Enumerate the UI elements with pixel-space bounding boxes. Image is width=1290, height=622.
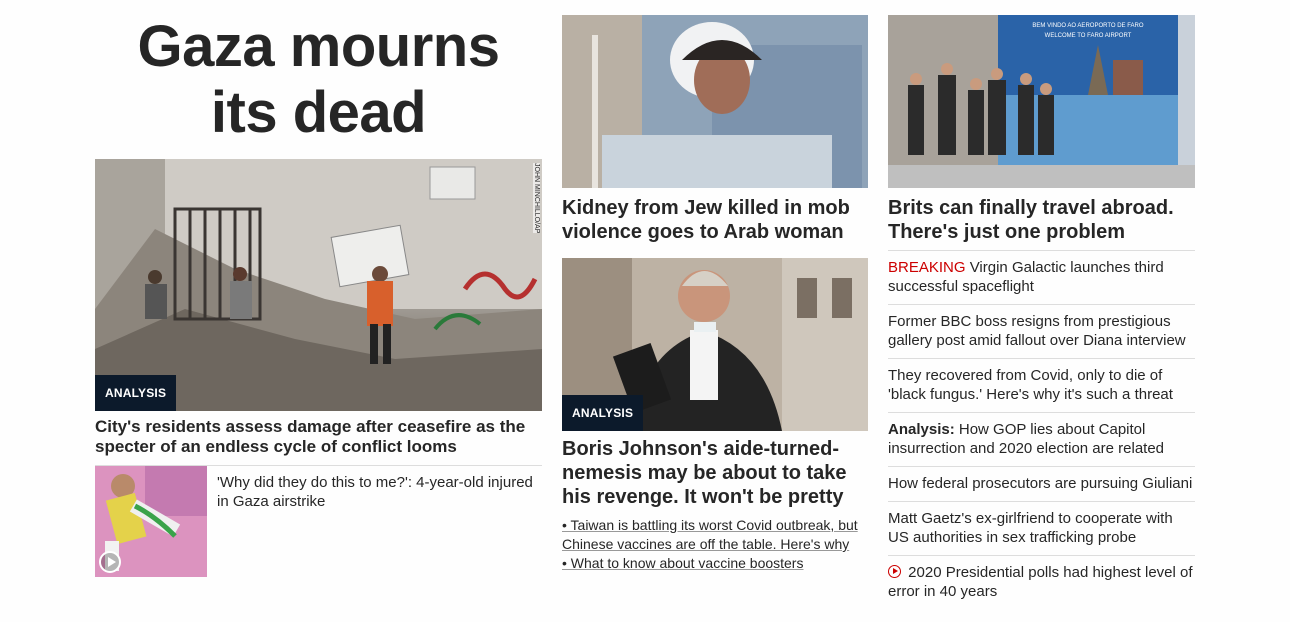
analysis-tag: ANALYSIS <box>95 375 177 411</box>
list-item-text: 2020 Presidential polls had highest leve… <box>888 564 1193 600</box>
travel-story-headline[interactable]: Brits can finally travel abroad. There's… <box>888 196 1195 244</box>
video-thumbnail[interactable] <box>95 466 207 577</box>
photo-credit: JOHN MINCHILLO/AP <box>533 163 540 234</box>
airport-image[interactable]: BEM VINDO AO AEROPORTO DE FARO WELCOME T… <box>888 15 1195 188</box>
list-item-text: They recovered from Covid, only to die o… <box>888 367 1173 403</box>
lead-caption-link[interactable]: City's residents assess damage after cea… <box>95 417 542 457</box>
list-item[interactable]: BREAKING Virgin Galactic launches third … <box>888 250 1195 304</box>
list-item[interactable]: How federal prosecutors are pursuing Giu… <box>888 466 1195 501</box>
analysis-label: Analysis: <box>888 421 955 438</box>
headline-list: BREAKING Virgin Galactic launches third … <box>888 250 1195 609</box>
list-item[interactable]: Former BBC boss resigns from prestigious… <box>888 304 1195 358</box>
johnson-aide-image[interactable]: ANALYSIS <box>562 258 868 431</box>
sign-text-2: WELCOME TO FARO AIRPORT <box>1045 33 1132 39</box>
lead-headline[interactable]: Gaza mourns its dead <box>95 14 542 146</box>
related-link-boosters[interactable]: • What to know about vaccine boosters <box>562 554 868 573</box>
list-item[interactable]: Analysis: How GOP lies about Capitol ins… <box>888 412 1195 466</box>
play-icon <box>888 565 901 578</box>
lead-headline-line1: Gaza mourns <box>137 14 500 79</box>
play-icon[interactable] <box>99 551 121 573</box>
sign-text-1: BEM VINDO AO AEROPORTO DE FARO <box>1032 23 1143 29</box>
johnson-story-headline[interactable]: Boris Johnson's aide-turned-nemesis may … <box>562 437 868 509</box>
list-item[interactable]: They recovered from Covid, only to die o… <box>888 358 1195 412</box>
airport-photo: BEM VINDO AO AEROPORTO DE FARO WELCOME T… <box>888 15 1195 188</box>
related-links: • Taiwan is battling its worst Covid out… <box>562 516 868 573</box>
list-item[interactable]: 2020 Presidential polls had highest leve… <box>888 555 1195 609</box>
list-item[interactable]: Matt Gaetz's ex-girlfriend to cooperate … <box>888 501 1195 555</box>
kidney-story-headline[interactable]: Kidney from Jew killed in mob violence g… <box>562 196 868 244</box>
rubble-photo <box>95 159 542 411</box>
breaking-label: BREAKING <box>888 259 966 276</box>
lead-headline-line2: its dead <box>210 80 427 145</box>
related-link-taiwan[interactable]: • Taiwan is battling its worst Covid out… <box>562 516 868 554</box>
video-story-link[interactable]: 'Why did they do this to me?': 4-year-ol… <box>217 473 542 511</box>
list-item-text: Former BBC boss resigns from prestigious… <box>888 313 1186 349</box>
patient-photo <box>562 15 868 188</box>
analysis-tag: ANALYSIS <box>562 395 644 431</box>
list-item-text: How federal prosecutors are pursuing Giu… <box>888 475 1193 492</box>
list-item-text: Matt Gaetz's ex-girlfriend to cooperate … <box>888 510 1173 546</box>
lead-image[interactable]: JOHN MINCHILLO/AP ANALYSIS <box>95 159 542 411</box>
hospital-image[interactable] <box>562 15 868 188</box>
